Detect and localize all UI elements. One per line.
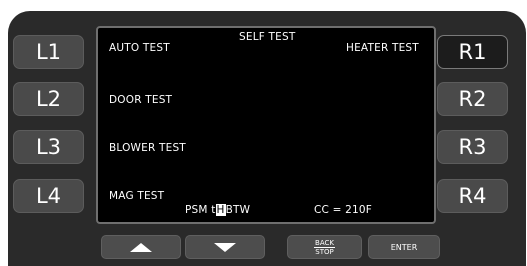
- enter-button[interactable]: ENTER: [368, 235, 440, 259]
- status-prefix: PSM t: [185, 204, 216, 216]
- display-screen: SELF TEST AUTO TEST HEATER TEST DOOR TES…: [96, 26, 436, 224]
- door-test-label: DOOR TEST: [109, 94, 173, 106]
- cc-readout: CC = 210F: [314, 204, 373, 216]
- back-label: BACK: [314, 238, 335, 248]
- l3-key[interactable]: L3: [13, 130, 84, 164]
- heater-test-label: HEATER TEST: [346, 42, 419, 54]
- back-stop-button[interactable]: BACK STOP: [287, 235, 362, 259]
- r2-key[interactable]: R2: [437, 82, 508, 116]
- edit-cursor: H: [215, 204, 226, 216]
- screen-title: SELF TEST: [239, 31, 296, 43]
- down-button[interactable]: [185, 235, 265, 259]
- stop-label: STOP: [315, 247, 334, 256]
- up-button[interactable]: [101, 235, 181, 259]
- status-line: PSM tHBTW: [185, 204, 250, 216]
- l2-key[interactable]: L2: [13, 82, 84, 116]
- r3-key[interactable]: R3: [437, 130, 508, 164]
- l4-key[interactable]: L4: [13, 179, 84, 213]
- auto-test-label: AUTO TEST: [109, 42, 170, 54]
- r4-key[interactable]: R4: [437, 179, 508, 213]
- r1-key[interactable]: R1: [437, 35, 508, 69]
- l1-key[interactable]: L1: [13, 35, 84, 69]
- enter-label: ENTER: [390, 242, 418, 252]
- mag-test-label: MAG TEST: [109, 190, 165, 202]
- down-arrow-icon: [214, 242, 236, 252]
- up-arrow-icon: [130, 242, 152, 252]
- blower-test-label: BLOWER TEST: [109, 142, 186, 154]
- status-suffix: BTW: [225, 204, 251, 216]
